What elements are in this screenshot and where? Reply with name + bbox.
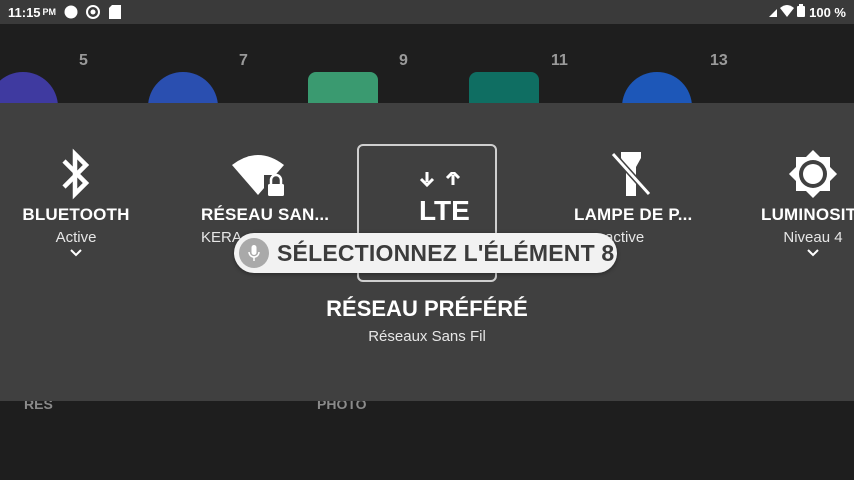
tile-title: LUMINOSIT [761, 205, 854, 224]
voice-command-text: SÉLECTIONNEZ L'ÉLÉMENT 8 [277, 239, 615, 266]
bluetooth-icon [1, 143, 151, 205]
tile-title: LAMPE DE P... [574, 205, 693, 224]
microphone-icon [239, 238, 269, 268]
sd-card-icon [108, 5, 122, 19]
brightness-icon [738, 143, 854, 205]
background-number: 5 [79, 52, 88, 69]
background-number: 9 [399, 52, 408, 69]
svg-text:LTE: LTE [419, 195, 470, 224]
status-right: 100 % [769, 0, 846, 24]
flashlight-off-icon [556, 143, 706, 205]
tile-subtitle: Niveau 4 [783, 229, 843, 246]
lte-icon: LTE [419, 169, 473, 229]
wifi-icon [780, 4, 795, 20]
voice-command-pill: SÉLECTIONNEZ L'ÉLÉMENT 8 [234, 233, 617, 273]
tile-subtitle: Active [55, 229, 97, 246]
background-number: 11 [551, 52, 568, 69]
focused-tile-title: RÉSEAU PRÉFÉRÉ [326, 296, 528, 321]
settings-notification-icon [86, 5, 101, 19]
signal-icon [769, 5, 778, 20]
battery-percent: 100 % [809, 4, 846, 20]
background-number: 13 [710, 52, 728, 69]
tile-brightness[interactable]: LUMINOSIT Niveau 4 [738, 143, 854, 258]
circle-notification-icon [64, 5, 78, 19]
tile-flashlight[interactable]: LAMPE DE P... active [556, 143, 706, 246]
wifi-lock-icon [185, 143, 335, 205]
tile-title: BLUETOOTH [22, 205, 130, 224]
focused-tile-subtitle: Réseaux Sans Fil [368, 328, 486, 345]
status-time: 11:15 [8, 4, 41, 20]
battery-icon [797, 4, 806, 20]
chevron-down-icon[interactable] [738, 248, 854, 258]
tile-bluetooth[interactable]: BLUETOOTH Active [1, 143, 151, 258]
status-bar: 11:15 PM 100 % [0, 0, 854, 24]
chevron-down-icon[interactable] [1, 248, 151, 258]
status-ampm: PM [42, 7, 57, 17]
tile-title: RÉSEAU SAN... [201, 205, 330, 224]
background-number: 7 [239, 52, 248, 69]
